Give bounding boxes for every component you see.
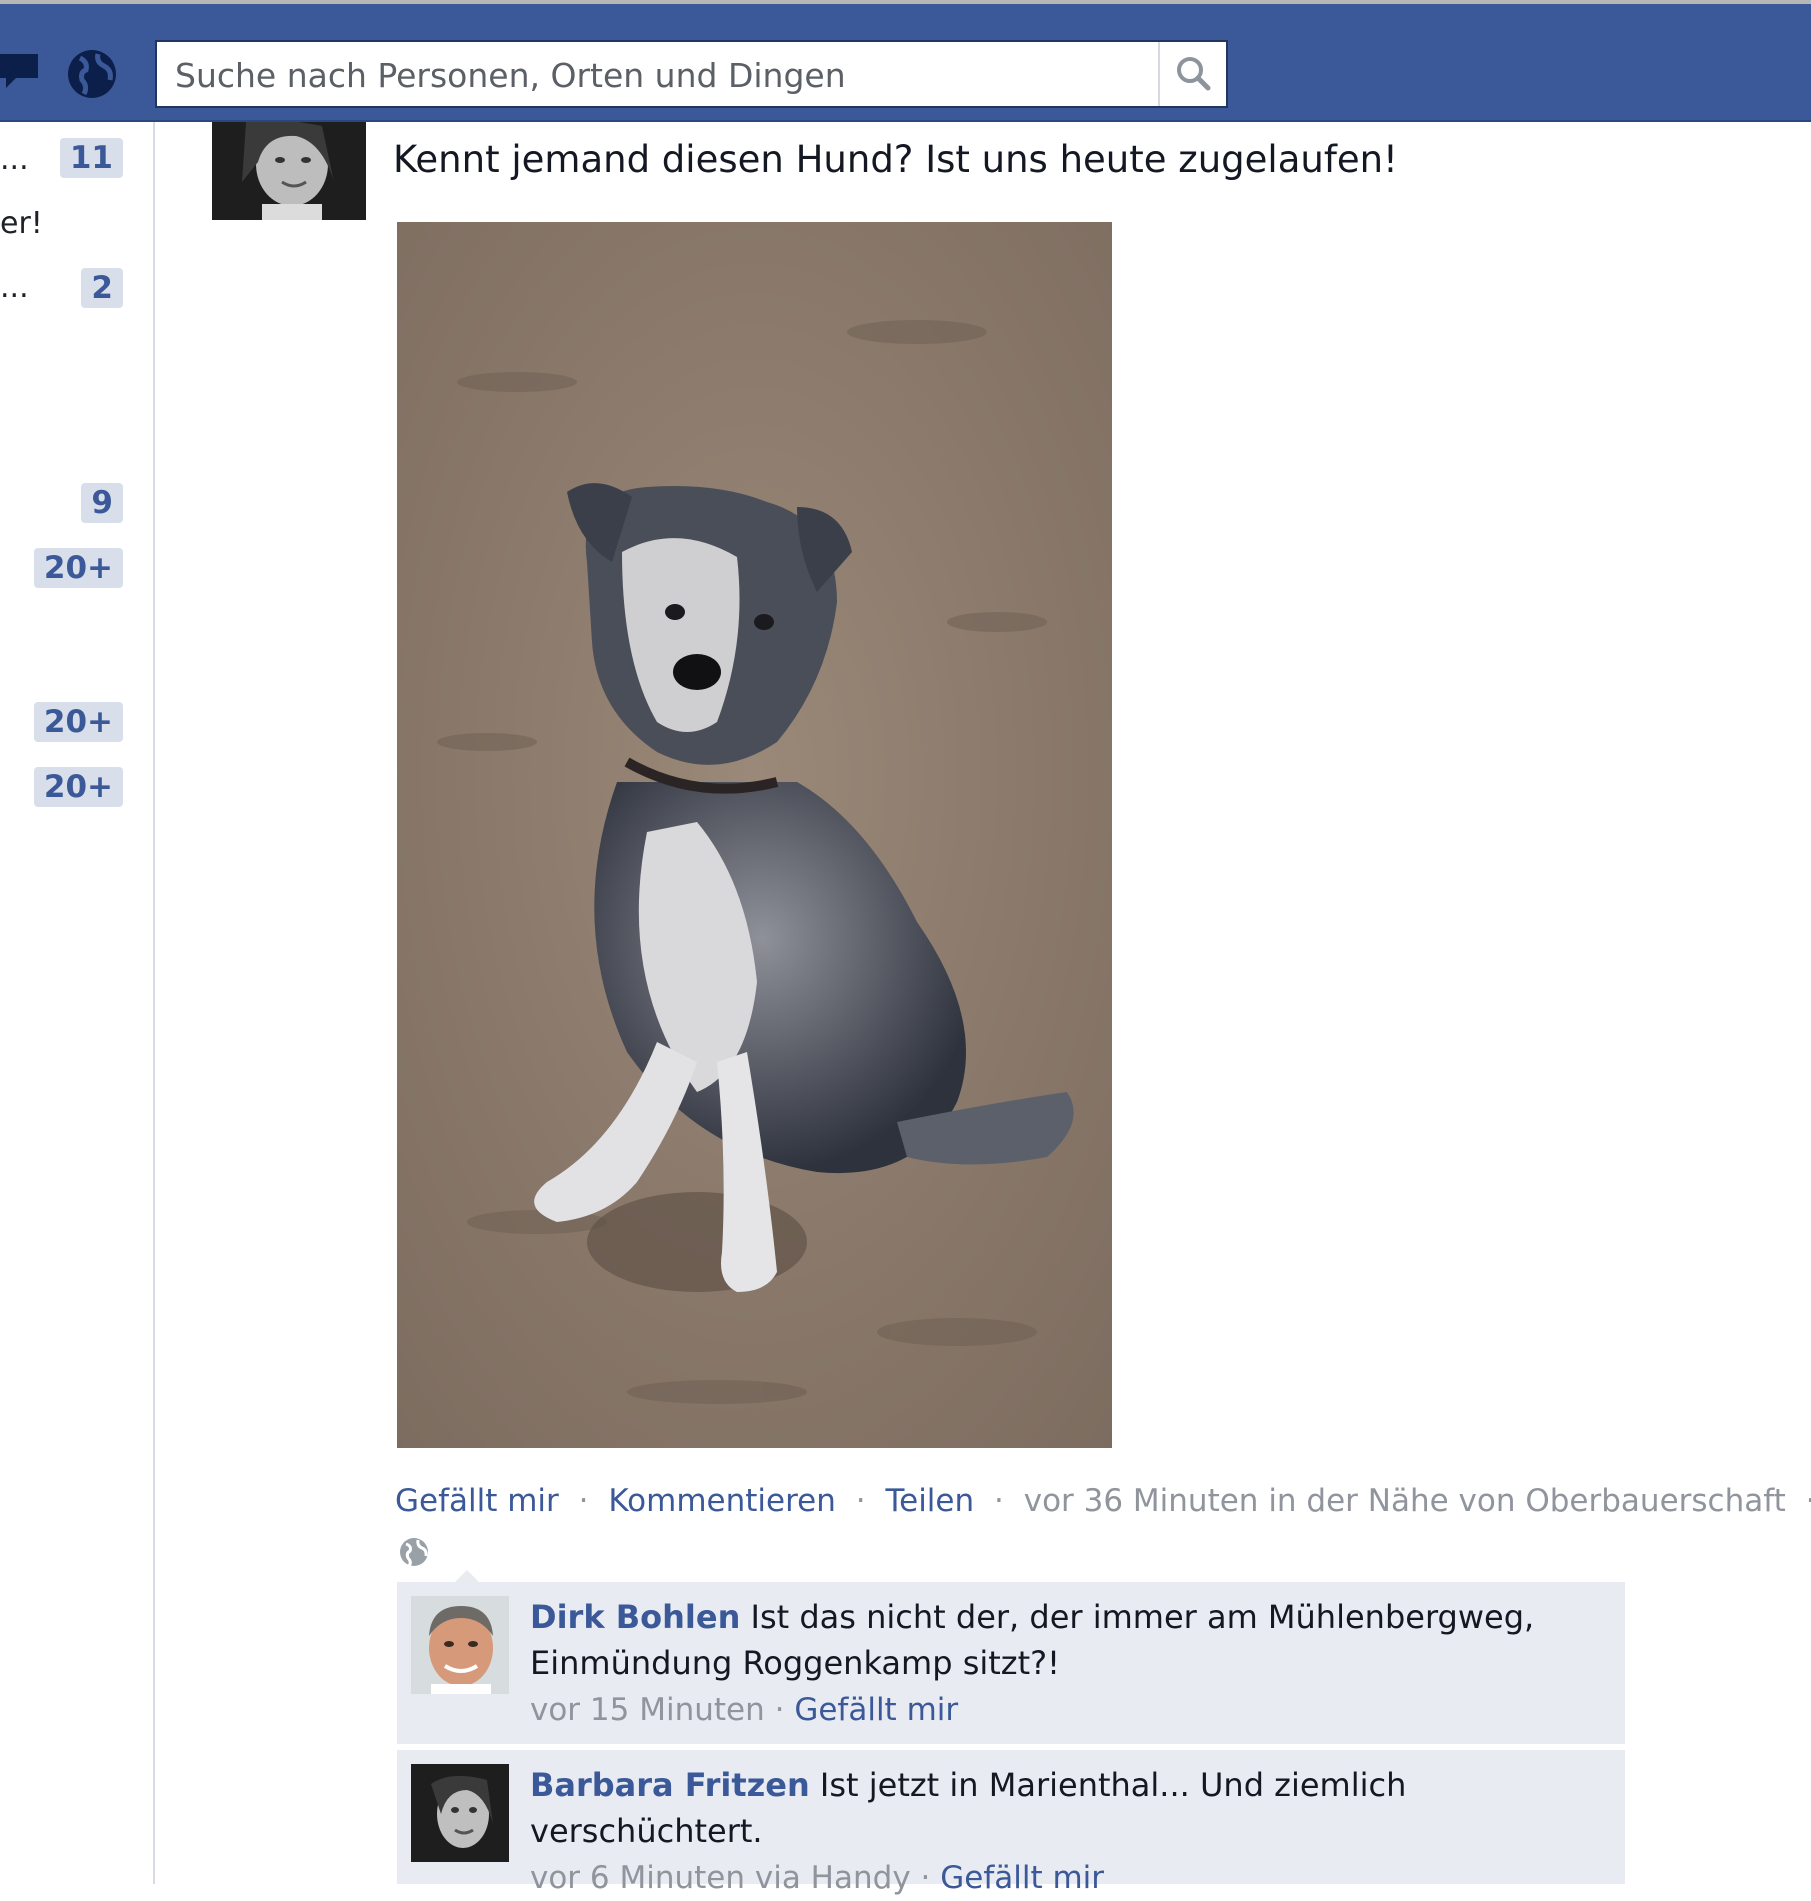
- messages-icon[interactable]: [0, 50, 42, 94]
- comment-meta: vor 15 Minuten · Gefällt mir: [530, 1692, 958, 1728]
- count-badge: 9: [81, 483, 123, 523]
- comment-like-link[interactable]: Gefällt mir: [940, 1860, 1104, 1896]
- top-bar: [0, 0, 1811, 122]
- sidebar-item-label[interactable]: ...: [0, 270, 29, 305]
- separator: ·: [578, 1483, 589, 1519]
- comment-body: Barbara Fritzen Ist jetzt in Marienthal.…: [530, 1762, 1610, 1901]
- like-link[interactable]: Gefällt mir: [395, 1483, 559, 1519]
- share-link[interactable]: Teilen: [885, 1483, 974, 1519]
- post-timestamp[interactable]: vor 36 Minuten in der Nähe von Oberbauer…: [1024, 1483, 1786, 1519]
- comment-link[interactable]: Kommentieren: [608, 1483, 836, 1519]
- count-badge: 20+: [33, 767, 123, 807]
- count-badge: 11: [59, 138, 123, 178]
- separator: ·: [774, 1692, 785, 1728]
- comment-like-link[interactable]: Gefällt mir: [794, 1692, 958, 1728]
- sidebar-item-label[interactable]: ...: [0, 142, 29, 177]
- post-text: Kennt jemand diesen Hund? Ist uns heute …: [393, 138, 1398, 181]
- search-bar: [155, 40, 1228, 108]
- sidebar-item-label[interactable]: er!: [0, 206, 43, 241]
- comment-time[interactable]: vor 15 Minuten: [530, 1692, 765, 1728]
- left-sidebar: ... 11 er! ... 2 9 20+ 20+ 20+: [0, 122, 155, 1884]
- post-author-avatar[interactable]: [212, 122, 366, 220]
- comment-author-avatar[interactable]: [411, 1596, 509, 1694]
- count-badge: 20+: [33, 548, 123, 588]
- comment-time[interactable]: vor 6 Minuten via Handy: [530, 1860, 911, 1896]
- comment-body: Dirk Bohlen Ist das nicht der, der immer…: [530, 1594, 1610, 1733]
- comment: Barbara Fritzen Ist jetzt in Marienthal.…: [397, 1748, 1625, 1896]
- globe-icon[interactable]: [66, 48, 118, 104]
- comment: Dirk Bohlen Ist das nicht der, der immer…: [397, 1582, 1625, 1744]
- separator: ·: [855, 1483, 866, 1519]
- separator: ·: [920, 1860, 931, 1896]
- comment-author-avatar[interactable]: [411, 1764, 509, 1862]
- post-actions: Gefällt mir · Kommentieren · Teilen · vo…: [395, 1483, 1811, 1519]
- separator: ·: [994, 1483, 1004, 1519]
- comment-author[interactable]: Barbara Fritzen: [530, 1766, 810, 1804]
- comment-meta: vor 6 Minuten via Handy · Gefällt mir: [530, 1860, 1104, 1896]
- search-icon: [1177, 57, 1211, 91]
- count-badge: 2: [81, 268, 123, 308]
- privacy-globe-icon[interactable]: [398, 1536, 430, 1572]
- count-badge: 20+: [33, 702, 123, 742]
- search-input[interactable]: [173, 42, 1156, 108]
- comment-author[interactable]: Dirk Bohlen: [530, 1598, 740, 1636]
- separator: ·: [1806, 1483, 1811, 1519]
- search-button[interactable]: [1158, 42, 1226, 106]
- comments-caret: [455, 1570, 479, 1582]
- dog-photo[interactable]: [397, 222, 1112, 1448]
